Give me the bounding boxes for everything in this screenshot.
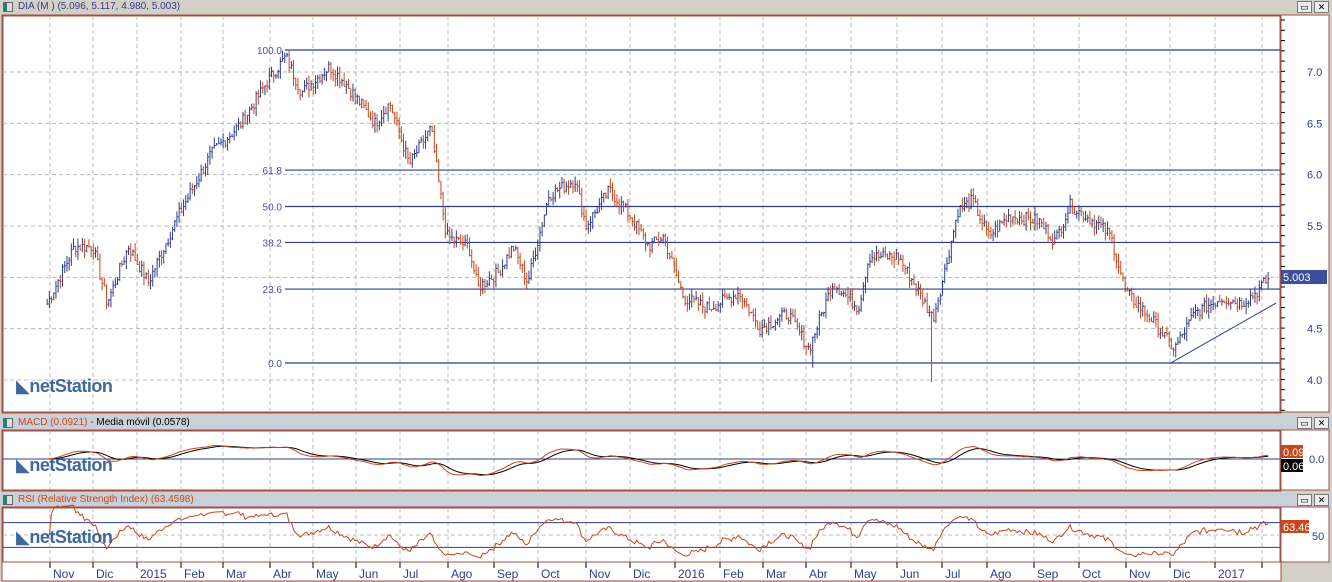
netstation-logo: ◣netStation <box>16 376 113 396</box>
fib-level-label: 23.6 <box>263 285 283 296</box>
time-label: 2017 <box>1218 567 1245 581</box>
time-label: Abr <box>273 567 292 581</box>
time-label: Dic <box>1173 567 1190 581</box>
time-label: Jun <box>359 567 378 581</box>
time-label: Oct <box>541 567 560 581</box>
fib-level-label: 100.0 <box>257 46 282 57</box>
time-label: Nov <box>53 567 74 581</box>
chart-canvas[interactable]: 7.06.56.05.55.04.54.0NovDic2015FebMarAbr… <box>0 0 1332 582</box>
netstation-logo: ◣netStation <box>16 527 113 547</box>
time-label: May <box>316 567 339 581</box>
price-plot-area <box>1 14 1282 414</box>
price-tick-label: 5.5 <box>1307 221 1322 233</box>
time-label: Mar <box>766 567 787 581</box>
time-label: Jun <box>900 567 919 581</box>
fib-level-label: 38.2 <box>263 238 283 249</box>
time-label: Dic <box>633 567 650 581</box>
time-label: Feb <box>723 567 744 581</box>
rsi-value-label: 63.46 <box>1283 522 1311 534</box>
rsi-axis-label: 50 <box>1312 531 1324 543</box>
time-label: 2015 <box>140 567 167 581</box>
time-label: Nov <box>1129 567 1150 581</box>
netstation-logo-text: netStation <box>29 527 113 547</box>
time-label: Jul <box>403 567 418 581</box>
netstation-logo-text: netStation <box>29 455 113 475</box>
price-tick-label: 7.0 <box>1307 67 1322 79</box>
time-label: Sep <box>497 567 519 581</box>
netstation-logo-text: netStation <box>29 376 113 396</box>
time-label: May <box>854 567 877 581</box>
macd-value-label: 0.09 <box>1283 447 1304 459</box>
time-label: Dic <box>96 567 113 581</box>
price-tick-label: 4.5 <box>1307 324 1322 336</box>
time-label: Feb <box>184 567 205 581</box>
time-label: Mar <box>226 567 247 581</box>
time-label: Jul <box>945 567 960 581</box>
time-label: Ago <box>451 567 473 581</box>
price-tick-label: 6.0 <box>1307 170 1322 182</box>
time-label: Oct <box>1082 567 1101 581</box>
fib-level-label: 50.0 <box>263 202 283 213</box>
time-label: Ago <box>990 567 1012 581</box>
time-label: Sep <box>1037 567 1059 581</box>
fib-level-label: 61.8 <box>263 166 283 177</box>
fib-level-label: 0.0 <box>268 359 282 370</box>
macd-value-label: 0.06 <box>1283 461 1304 473</box>
macd-axis-label: 0.0 <box>1309 454 1324 466</box>
price-tick-label: 4.0 <box>1307 375 1322 387</box>
time-label: Nov <box>589 567 610 581</box>
price-tick-label: 6.5 <box>1307 118 1322 130</box>
time-label: Abr <box>809 567 828 581</box>
last-price-label: 5.003 <box>1283 272 1311 284</box>
time-label: 2016 <box>678 567 705 581</box>
netstation-logo: ◣netStation <box>16 455 113 475</box>
